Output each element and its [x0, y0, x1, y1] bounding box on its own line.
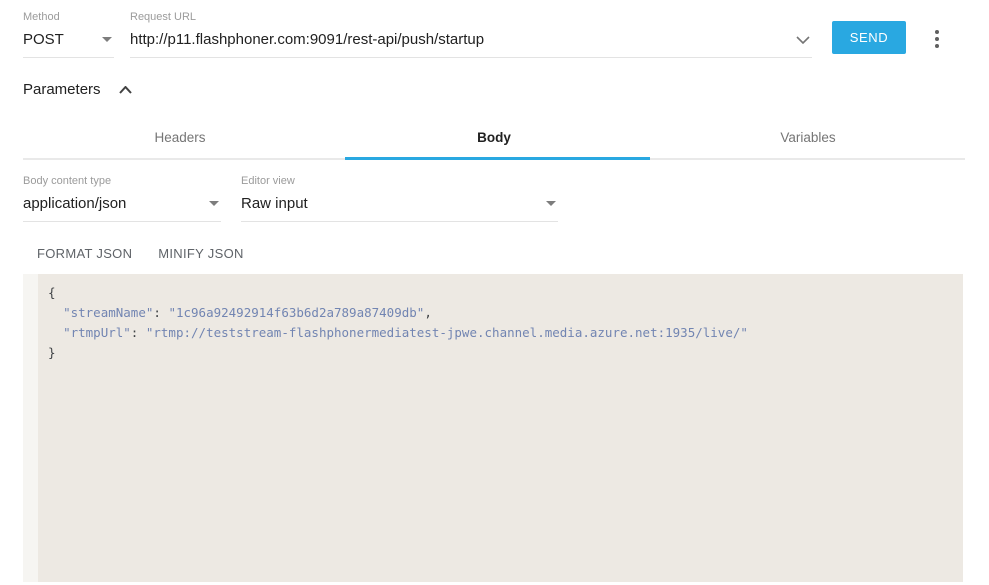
code-line: "streamName": "1c96a92492914f63b6d2a789a…	[48, 303, 953, 323]
code-line: {	[48, 283, 953, 303]
url-label: Request URL	[130, 11, 812, 24]
tab-variables[interactable]: Variables	[651, 116, 965, 158]
parameters-section-header: Parameters	[23, 81, 134, 98]
body-content-type-group: Body content type application/json	[23, 175, 221, 222]
tab-headers[interactable]: Headers	[23, 116, 337, 158]
parameters-label: Parameters	[23, 81, 101, 98]
json-editor-wrapper: { "streamName": "1c96a92492914f63b6d2a78…	[23, 274, 963, 582]
editor-view-label: Editor view	[241, 175, 558, 188]
kebab-dot	[935, 37, 939, 41]
method-label: Method	[23, 11, 114, 24]
active-tab-indicator	[345, 157, 650, 160]
body-content-type-value: application/json	[23, 195, 126, 212]
caret-down-icon	[102, 37, 112, 42]
url-group: Request URL http://p11.flashphoner.com:9…	[130, 11, 812, 58]
minify-json-button[interactable]: MINIFY JSON	[147, 238, 254, 269]
code-line: }	[48, 343, 953, 363]
rest-client-app: Method POST Request URL http://p11.flash…	[0, 0, 989, 585]
json-editor[interactable]: { "streamName": "1c96a92492914f63b6d2a78…	[38, 274, 963, 582]
request-url-value: http://p11.flashphoner.com:9091/rest-api…	[130, 31, 484, 48]
editor-view-value: Raw input	[241, 195, 308, 212]
send-button[interactable]: SEND	[832, 21, 906, 54]
kebab-dot	[935, 30, 939, 34]
method-value: POST	[23, 31, 64, 48]
method-group: Method POST	[23, 11, 114, 58]
method-select[interactable]: POST	[23, 24, 114, 58]
caret-down-icon	[209, 201, 219, 206]
format-json-button[interactable]: FORMAT JSON	[26, 238, 143, 269]
editor-actions: FORMAT JSON MINIFY JSON	[26, 238, 255, 269]
chevron-down-icon[interactable]	[796, 36, 810, 44]
body-content-type-select[interactable]: application/json	[23, 188, 221, 222]
body-content-type-label: Body content type	[23, 175, 221, 188]
chevron-up-icon[interactable]	[117, 84, 134, 96]
more-options-icon[interactable]	[928, 27, 946, 51]
parameters-tabs: Headers Body Variables	[23, 116, 965, 158]
editor-view-group: Editor view Raw input	[241, 175, 558, 222]
tab-body[interactable]: Body	[337, 116, 651, 158]
editor-view-select[interactable]: Raw input	[241, 188, 558, 222]
kebab-dot	[935, 44, 939, 48]
request-url-input[interactable]: http://p11.flashphoner.com:9091/rest-api…	[130, 24, 812, 58]
code-line: "rtmpUrl": "rtmp://teststream-flashphone…	[48, 323, 953, 343]
caret-down-icon	[546, 201, 556, 206]
